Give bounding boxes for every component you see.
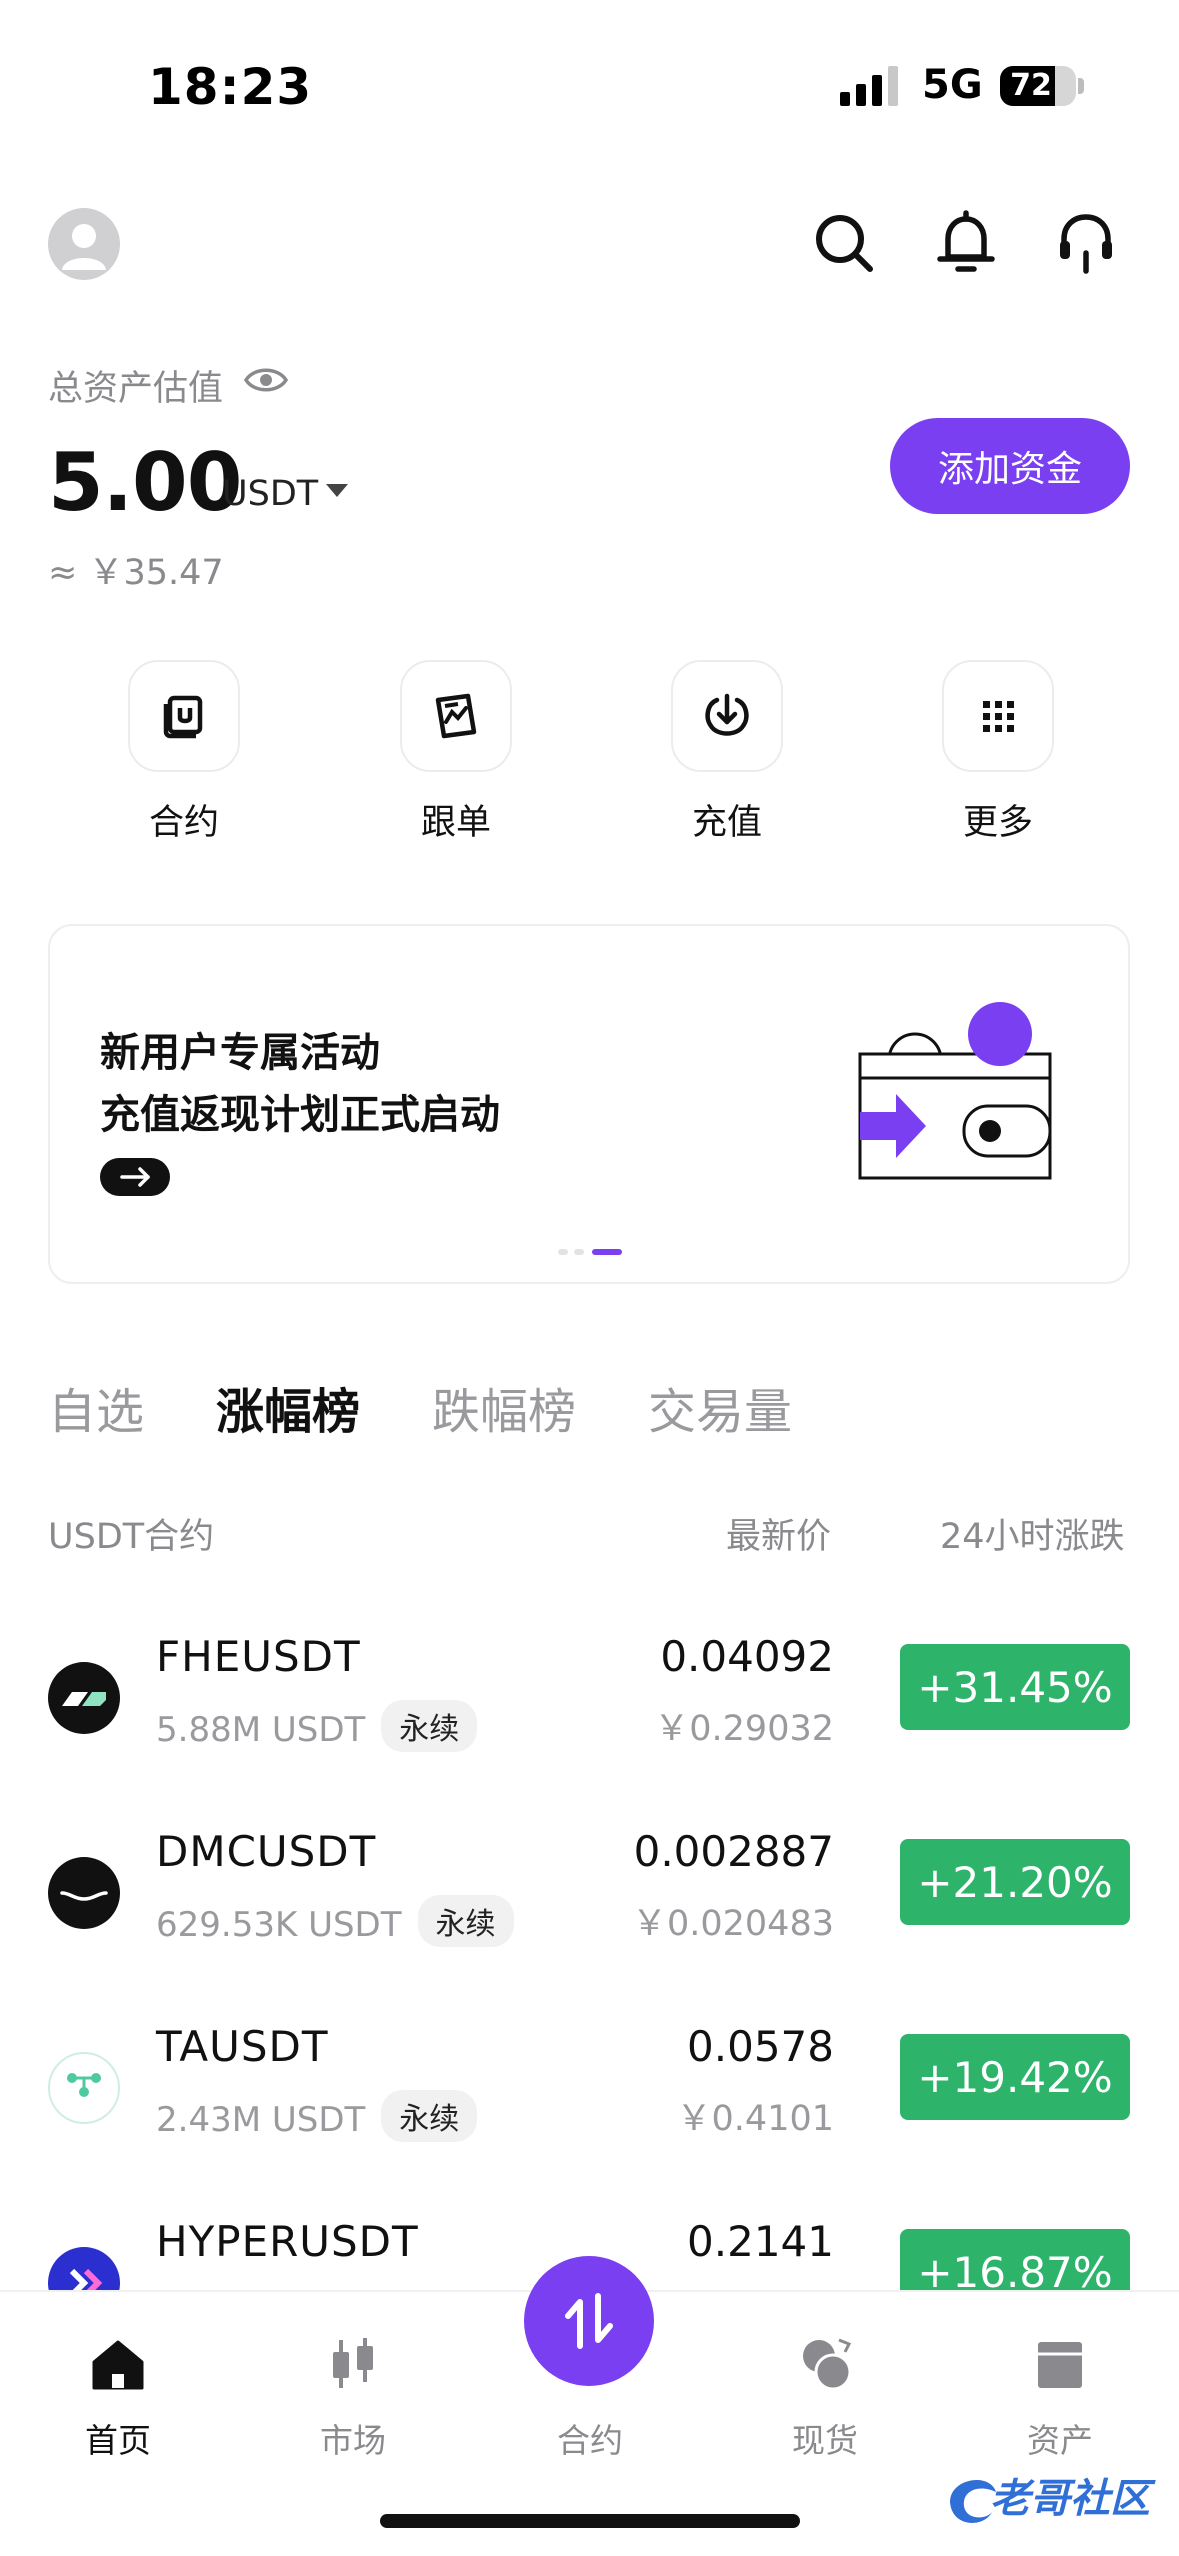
headset-icon[interactable] xyxy=(1048,205,1124,281)
add-funds-button[interactable]: 添加资金 xyxy=(890,418,1130,514)
nav-label[interactable]: 合约 xyxy=(510,2414,670,2462)
tab-volume[interactable]: 交易量 xyxy=(648,1372,792,1442)
nav-spot[interactable]: 现货 xyxy=(745,2332,905,2462)
promo-banner[interactable]: 新用户专属活动 充值返现计划正式启动 xyxy=(48,924,1130,1284)
column-header-price: 最新价 xyxy=(726,1517,832,1557)
table-row[interactable]: FHEUSDT 5.88M USDT 永续 0.04092 ￥0.29032 +3… xyxy=(0,1592,1179,1782)
bell-icon[interactable] xyxy=(928,205,1004,281)
tab-losers[interactable]: 跌幅榜 xyxy=(432,1372,576,1442)
nav-label: 资产 xyxy=(1027,2421,1093,2460)
signal-icon xyxy=(840,66,898,106)
wallet-illustration xyxy=(858,1002,1052,1180)
perpetual-badge: 永续 xyxy=(381,2090,478,2142)
table-row[interactable]: TAUSDT 2.43M USDT 永续 0.0578 ￥0.4101 +19.4… xyxy=(0,1982,1179,2172)
home-icon xyxy=(92,2340,144,2390)
status-time: 18:23 xyxy=(148,58,313,116)
quick-action-contract[interactable]: 合约 xyxy=(128,660,240,843)
nav-label: 市场 xyxy=(320,2421,386,2460)
pair-volume: 5.88M USDT 永续 xyxy=(156,1700,478,1752)
perpetual-badge: 永续 xyxy=(381,1700,478,1752)
copy-trade-icon xyxy=(435,693,477,739)
pair-volume: 2.43M USDT 永续 xyxy=(156,2090,478,2142)
quick-action-box[interactable] xyxy=(942,660,1054,772)
last-price-cny: ￥0.29032 xyxy=(654,1709,834,1749)
battery-icon: 72 xyxy=(1000,66,1076,106)
volume-value: 5.88M USDT xyxy=(156,1710,366,1750)
total-asset-value: 5.00 xyxy=(48,436,242,529)
watermark-logo: 老哥社区 xyxy=(940,2462,1160,2532)
asset-unit[interactable]: USDT xyxy=(222,474,318,514)
table-row[interactable]: DMCUSDT 629.53K USDT 永续 0.002887 ￥0.02048… xyxy=(0,1787,1179,1977)
battery-tip xyxy=(1078,78,1084,94)
nav-market[interactable]: 市场 xyxy=(273,2332,433,2462)
battery-level: 72 xyxy=(1010,68,1052,103)
banner-title-line1: 新用户专属活动 xyxy=(100,1030,380,1076)
nav-label: 首页 xyxy=(85,2421,151,2460)
spot-icon xyxy=(803,2338,852,2391)
market-icon xyxy=(333,2338,373,2388)
nav-contract-button[interactable] xyxy=(524,2256,654,2386)
home-indicator[interactable] xyxy=(380,2514,800,2528)
last-price: 0.0578 xyxy=(687,2022,834,2071)
caret-down-icon[interactable] xyxy=(326,484,348,497)
arrow-right-icon xyxy=(120,1167,150,1187)
pair-symbol: HYPERUSDT xyxy=(156,2217,419,2266)
quick-action-box[interactable] xyxy=(671,660,783,772)
pair-symbol: DMCUSDT xyxy=(156,1827,377,1876)
volume-value: 2.43M USDT xyxy=(156,2100,366,2140)
tab-watchlist[interactable]: 自选 xyxy=(48,1372,144,1442)
perpetual-badge: 永续 xyxy=(417,1895,514,1947)
pair-symbol: TAUSDT xyxy=(156,2022,329,2071)
last-price: 0.04092 xyxy=(660,1632,834,1681)
carousel-dots xyxy=(558,1249,622,1255)
fhe-coin-icon xyxy=(48,1662,120,1734)
pair-symbol: FHEUSDT xyxy=(156,1632,361,1681)
pair-volume: 629.53K USDT 永续 xyxy=(156,1895,514,1947)
quick-action-more[interactable]: 更多 xyxy=(942,660,1054,843)
quick-action-box[interactable] xyxy=(400,660,512,772)
last-price-cny: ￥0.020483 xyxy=(631,1904,834,1944)
quick-action-box[interactable] xyxy=(128,660,240,772)
tab-gainers[interactable]: 涨幅榜 xyxy=(216,1372,360,1442)
dmc-coin-icon xyxy=(48,1857,120,1929)
status-bar: 18:23 5G 72 xyxy=(0,0,1179,160)
asset-label: 总资产估值 xyxy=(48,369,224,409)
ta-coin-icon xyxy=(48,2052,120,2124)
change-badge[interactable]: +19.42% xyxy=(900,2034,1130,2120)
network-label: 5G xyxy=(922,62,983,108)
column-header-pair: USDT合约 xyxy=(48,1517,215,1557)
quick-action-deposit[interactable]: 充值 xyxy=(671,660,783,843)
last-price: 0.002887 xyxy=(633,1827,834,1876)
avatar-icon xyxy=(62,224,106,270)
quick-action-label: 合约 xyxy=(148,803,219,843)
last-price: 0.2141 xyxy=(687,2217,834,2266)
column-header-change[interactable]: 24小时涨跌 xyxy=(940,1508,1125,1559)
quick-action-label: 更多 xyxy=(962,803,1033,843)
avatar[interactable] xyxy=(48,208,120,280)
quick-action-label: 充值 xyxy=(691,803,762,843)
deposit-icon xyxy=(705,693,749,736)
banner-arrow-button[interactable] xyxy=(100,1158,170,1196)
banner-title-line2: 充值返现计划正式启动 xyxy=(100,1092,500,1138)
search-icon[interactable] xyxy=(806,205,882,281)
change-badge[interactable]: +31.45% xyxy=(900,1644,1130,1730)
last-price-cny: ￥0.4101 xyxy=(676,2099,834,2139)
asset-cny-value: ≈ ￥35.47 xyxy=(48,553,224,593)
nav-home[interactable]: 首页 xyxy=(38,2332,198,2462)
contract-icon xyxy=(163,695,203,739)
eye-icon[interactable] xyxy=(244,362,288,398)
nav-label: 现货 xyxy=(792,2421,858,2460)
swap-icon xyxy=(565,2293,613,2349)
watermark-text: 老哥社区 xyxy=(990,2476,1150,2522)
change-badge[interactable]: +21.20% xyxy=(900,1839,1130,1925)
wallet-icon xyxy=(1038,2342,1082,2388)
quick-action-label: 跟单 xyxy=(420,803,491,843)
nav-assets[interactable]: 资产 xyxy=(980,2332,1140,2462)
quick-action-copy-trade[interactable]: 跟单 xyxy=(400,660,512,843)
grid-icon xyxy=(983,701,1014,732)
volume-value: 629.53K USDT xyxy=(156,1905,402,1945)
